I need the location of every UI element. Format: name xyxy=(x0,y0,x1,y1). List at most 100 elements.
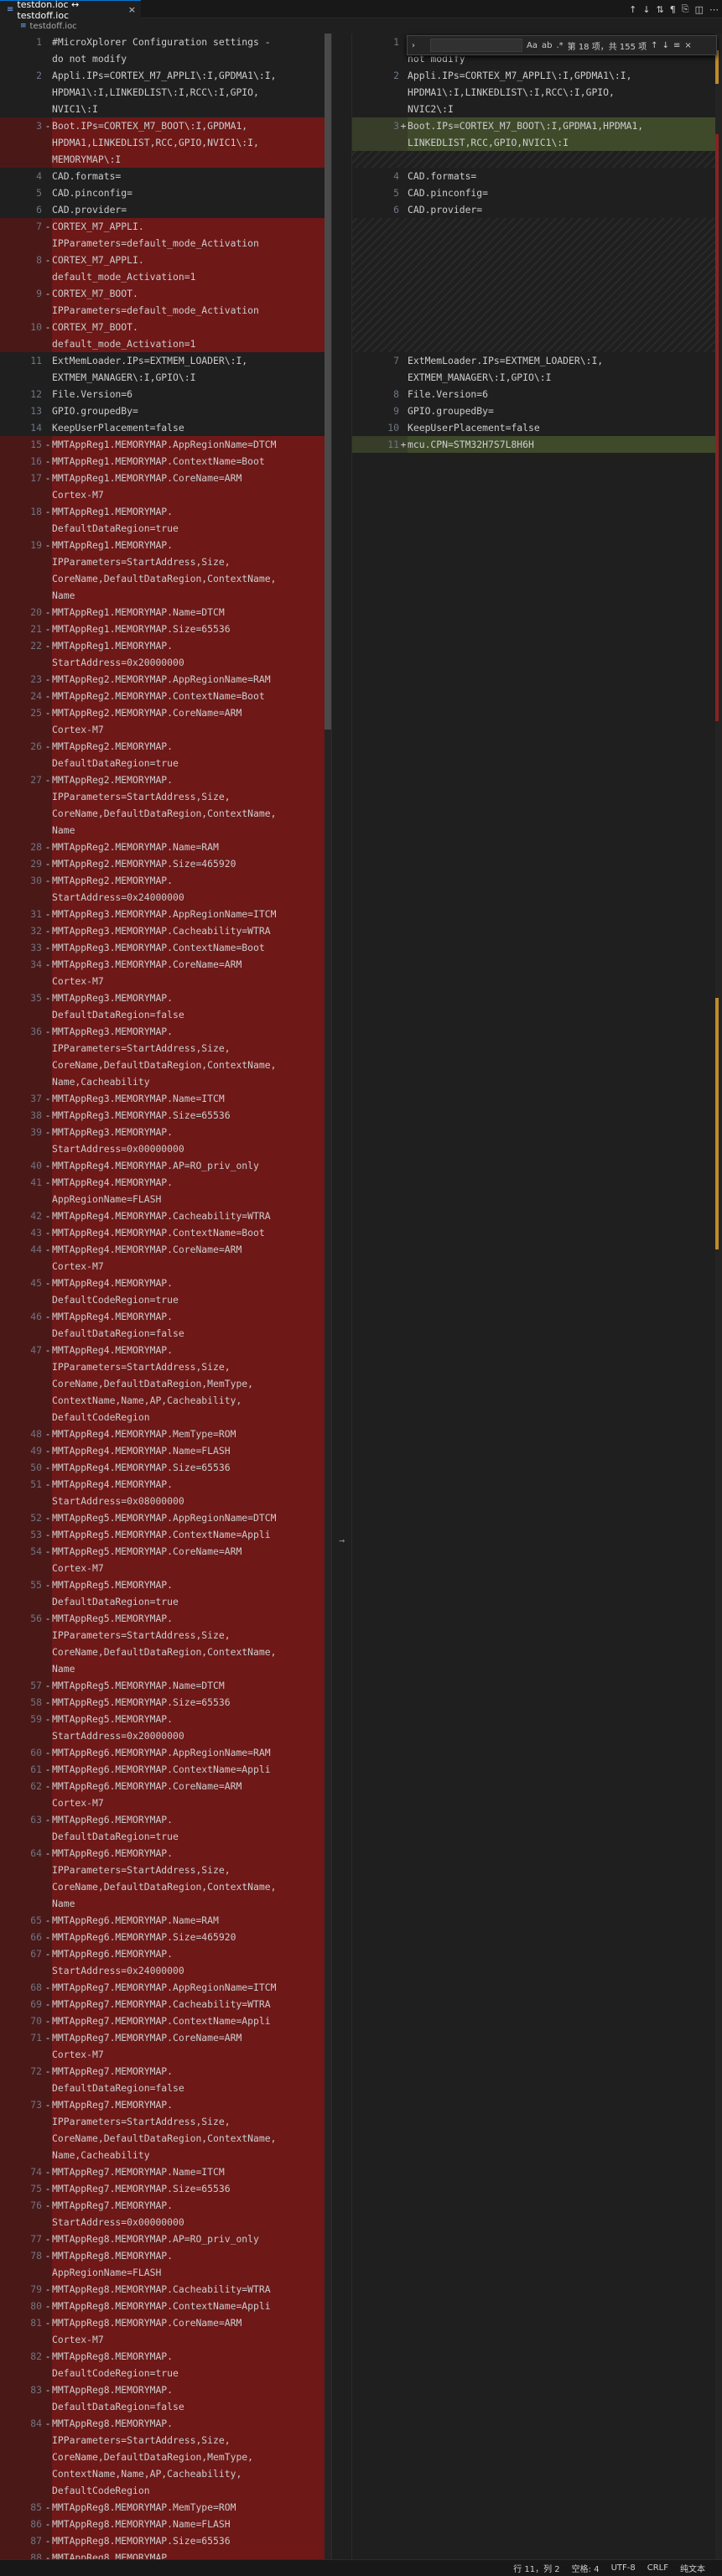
code-line[interactable]: do not modify xyxy=(0,50,331,67)
code-line[interactable]: 4 CAD.formats= xyxy=(352,168,722,184)
code-line[interactable]: DefaultDataRegion=false xyxy=(0,2398,331,2415)
code-line[interactable]: CoreName,DefaultDataRegion,ContextName, xyxy=(0,1057,331,1073)
code-line[interactable]: 34- MMTAppReg3.MEMORYMAP.CoreName=ARM xyxy=(0,956,331,973)
next-match-icon[interactable]: ↓ xyxy=(662,41,669,50)
code-line[interactable]: 31- MMTAppReg3.MEMORYMAP.AppRegionName=IT… xyxy=(0,906,331,922)
code-line[interactable]: 33- MMTAppReg3.MEMORYMAP.ContextName=Boot xyxy=(0,939,331,956)
code-line[interactable]: default_mode_Activation=1 xyxy=(0,268,331,285)
match-case-toggle[interactable]: Aa xyxy=(527,41,538,50)
code-line[interactable]: 77- MMTAppReg8.MEMORYMAP.AP=RO_priv_only xyxy=(0,2231,331,2247)
status-language[interactable]: 纯文本 xyxy=(680,2562,705,2574)
code-line[interactable]: 56- MMTAppReg5.MEMORYMAP. xyxy=(0,1610,331,1627)
code-line[interactable]: Name,Cacheability xyxy=(0,2147,331,2163)
code-line[interactable]: 65- MMTAppReg6.MEMORYMAP.Name=RAM xyxy=(0,1912,331,1929)
code-line[interactable]: Name,Cacheability xyxy=(0,1073,331,1090)
code-line[interactable]: 4 CAD.formats= xyxy=(0,168,331,184)
regex-toggle[interactable]: .* xyxy=(556,41,563,50)
code-line[interactable]: 2 Appli.IPs=CORTEX_M7_APPLI\:I,GPDMA1\:I, xyxy=(352,67,722,84)
code-line[interactable]: 47- MMTAppReg4.MEMORYMAP. xyxy=(0,1342,331,1358)
code-line[interactable]: 13 GPIO.groupedBy= xyxy=(0,402,331,419)
code-line[interactable]: 26- MMTAppReg2.MEMORYMAP. xyxy=(0,738,331,755)
code-line[interactable]: CoreName,DefaultDataRegion,MemType, xyxy=(0,2449,331,2465)
code-line[interactable]: 69- MMTAppReg7.MEMORYMAP.Cacheability=WTR… xyxy=(0,1996,331,2012)
code-line[interactable]: Cortex-M7 xyxy=(0,1258,331,1275)
code-line[interactable]: 28- MMTAppReg2.MEMORYMAP.Name=RAM xyxy=(0,839,331,855)
code-line[interactable]: 9 GPIO.groupedBy= xyxy=(352,402,722,419)
code-line[interactable]: IPParameters=default_mode_Activation xyxy=(0,235,331,252)
status-eol[interactable]: CRLF xyxy=(647,2563,668,2573)
code-line[interactable]: 49- MMTAppReg4.MEMORYMAP.Name=FLASH xyxy=(0,1442,331,1459)
code-line[interactable]: 68- MMTAppReg7.MEMORYMAP.AppRegionName=IT… xyxy=(0,1979,331,1996)
arrow-down-icon[interactable]: ↓ xyxy=(642,4,650,15)
code-line[interactable]: ContextName,Name,AP,Cacheability, xyxy=(0,2465,331,2482)
code-line[interactable]: 35- MMTAppReg3.MEMORYMAP. xyxy=(0,989,331,1006)
code-line[interactable]: Cortex-M7 xyxy=(0,721,331,738)
code-line[interactable]: StartAddress=0x00000000 xyxy=(0,2214,331,2231)
code-line[interactable]: IPParameters=StartAddress,Size, xyxy=(0,1862,331,1878)
code-line[interactable]: 70- MMTAppReg7.MEMORYMAP.ContextName=Appl… xyxy=(0,2012,331,2029)
code-line[interactable]: 16- MMTAppReg1.MEMORYMAP.ContextName=Boot xyxy=(0,453,331,470)
code-line[interactable]: NVIC1\:I xyxy=(0,101,331,117)
chevron-right-icon[interactable]: › xyxy=(412,41,415,50)
whole-word-toggle[interactable]: ab xyxy=(542,41,552,50)
code-line[interactable]: 67- MMTAppReg6.MEMORYMAP. xyxy=(0,1945,331,1962)
code-line[interactable]: 52- MMTAppReg5.MEMORYMAP.AppRegionName=DT… xyxy=(0,1509,331,1526)
code-line[interactable]: 39- MMTAppReg3.MEMORYMAP. xyxy=(0,1124,331,1140)
code-line[interactable]: 8 File.Version=6 xyxy=(352,386,722,402)
code-line[interactable]: 9- CORTEX_M7_BOOT. xyxy=(0,285,331,302)
code-line[interactable]: 40- MMTAppReg4.MEMORYMAP.AP=RO_priv_only xyxy=(0,1157,331,1174)
code-line[interactable]: 51- MMTAppReg4.MEMORYMAP. xyxy=(0,1476,331,1493)
code-line[interactable]: IPParameters=StartAddress,Size, xyxy=(0,553,331,570)
code-line[interactable]: 15- MMTAppReg1.MEMORYMAP.AppRegionName=DT… xyxy=(0,436,331,453)
code-line[interactable]: 6 CAD.provider= xyxy=(352,201,722,218)
more-icon[interactable]: ⋯ xyxy=(709,4,719,15)
code-line[interactable]: 54- MMTAppReg5.MEMORYMAP.CoreName=ARM xyxy=(0,1543,331,1560)
code-line[interactable]: HPDMA1\:I,LINKEDLIST\:I,RCC\:I,GPIO, xyxy=(352,84,722,101)
code-line[interactable]: 22- MMTAppReg1.MEMORYMAP. xyxy=(0,637,331,654)
code-line[interactable]: 30- MMTAppReg2.MEMORYMAP. xyxy=(0,872,331,889)
code-line[interactable]: 23- MMTAppReg2.MEMORYMAP.AppRegionName=RA… xyxy=(0,671,331,688)
code-line[interactable]: 82- MMTAppReg8.MEMORYMAP. xyxy=(0,2348,331,2365)
status-encoding[interactable]: UTF-8 xyxy=(611,2563,636,2573)
code-line[interactable]: 50- MMTAppReg4.MEMORYMAP.Size=65536 xyxy=(0,1459,331,1476)
code-line[interactable]: 21- MMTAppReg1.MEMORYMAP.Size=65536 xyxy=(0,621,331,637)
code-line[interactable]: EXTMEM_MANAGER\:I,GPIO\:I xyxy=(0,369,331,386)
code-line[interactable]: ContextName,Name,AP,Cacheability, xyxy=(0,1392,331,1409)
code-line[interactable]: 3 + Boot.IPs=CORTEX_M7_BOOT\:I,GPDMA1,HPDM… xyxy=(352,117,722,134)
code-line[interactable]: HPDMA1,LINKEDLIST,RCC,GPIO,NVIC1\:I, xyxy=(0,134,331,151)
code-line[interactable]: IPParameters=StartAddress,Size, xyxy=(0,2432,331,2449)
code-line[interactable]: CoreName,DefaultDataRegion,ContextName, xyxy=(0,2130,331,2147)
modified-editor-pane[interactable]: 1#MicroXplorer Configuration settings - … xyxy=(352,34,722,2559)
code-line[interactable]: CoreName,DefaultDataRegion,ContextName, xyxy=(0,805,331,822)
code-line[interactable]: AppRegionName=FLASH xyxy=(0,1191,331,1208)
code-line[interactable]: Cortex-M7 xyxy=(0,973,331,989)
code-line[interactable]: 59- MMTAppReg5.MEMORYMAP. xyxy=(0,1711,331,1727)
code-line[interactable]: CoreName,DefaultDataRegion,ContextName, xyxy=(0,1878,331,1895)
code-line[interactable]: 72- MMTAppReg7.MEMORYMAP. xyxy=(0,2063,331,2080)
previous-match-icon[interactable]: ↑ xyxy=(651,41,657,50)
code-line[interactable]: 2 Appli.IPs=CORTEX_M7_APPLI\:I,GPDMA1\:I, xyxy=(0,67,331,84)
code-line[interactable]: 48- MMTAppReg4.MEMORYMAP.MemType=ROM xyxy=(0,1426,331,1442)
code-line[interactable]: 81- MMTAppReg8.MEMORYMAP.CoreName=ARM xyxy=(0,2314,331,2331)
code-line[interactable]: 8- CORTEX_M7_APPLI. xyxy=(0,252,331,268)
code-line[interactable]: 74- MMTAppReg7.MEMORYMAP.Name=ITCM xyxy=(0,2163,331,2180)
code-line[interactable]: 5 CAD.pinconfig= xyxy=(352,184,722,201)
code-line[interactable]: 11 ExtMemLoader.IPs=EXTMEM_LOADER\:I, xyxy=(0,352,331,369)
code-line[interactable]: 1 #MicroXplorer Configuration settings - xyxy=(0,34,331,50)
breadcrumb-file[interactable]: testdoff.ioc xyxy=(30,22,77,31)
code-line[interactable]: 18- MMTAppReg1.MEMORYMAP. xyxy=(0,503,331,520)
code-line[interactable]: 19- MMTAppReg1.MEMORYMAP. xyxy=(0,537,331,553)
code-line[interactable]: 3- Boot.IPs=CORTEX_M7_BOOT\:I,GPDMA1, xyxy=(0,117,331,134)
code-line[interactable]: 84- MMTAppReg8.MEMORYMAP. xyxy=(0,2415,331,2432)
code-line[interactable]: 14 KeepUserPlacement=false xyxy=(0,419,331,436)
code-line[interactable]: 17- MMTAppReg1.MEMORYMAP.CoreName=ARM xyxy=(0,470,331,486)
code-line[interactable]: 7 ExtMemLoader.IPs=EXTMEM_LOADER\:I, xyxy=(352,352,722,369)
status-position[interactable]: 行 11，列 2 xyxy=(513,2562,559,2574)
code-line[interactable]: NVIC2\:I xyxy=(352,101,722,117)
code-line[interactable]: 60- MMTAppReg6.MEMORYMAP.AppRegionName=RA… xyxy=(0,1744,331,1761)
code-line[interactable]: 42- MMTAppReg4.MEMORYMAP.Cacheability=WTR… xyxy=(0,1208,331,1224)
original-editor-pane[interactable]: 1 #MicroXplorer Configuration settings - d… xyxy=(0,34,331,2559)
code-line[interactable]: 6 CAD.provider= xyxy=(0,201,331,218)
code-line[interactable]: IPParameters=StartAddress,Size, xyxy=(0,1358,331,1375)
code-line[interactable]: DefaultCodeRegion=true xyxy=(0,1291,331,1308)
